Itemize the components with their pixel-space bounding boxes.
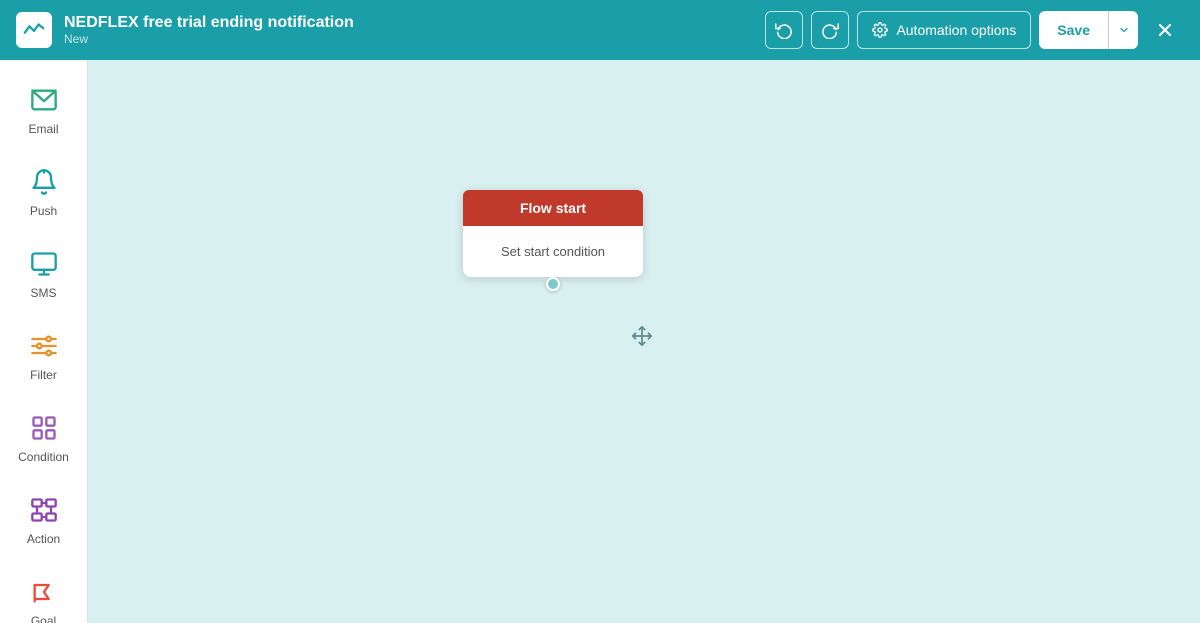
sidebar-item-sms-label: SMS <box>30 286 56 300</box>
action-icon <box>26 492 62 528</box>
flow-start-node[interactable]: Flow start Set start condition <box>463 190 643 277</box>
email-icon <box>26 82 62 118</box>
app-subtitle: New <box>64 32 753 46</box>
app-title: NEDFLEX free trial ending notification <box>64 14 753 32</box>
chevron-down-icon <box>1118 24 1130 36</box>
sidebar-item-action[interactable]: Action <box>6 480 81 558</box>
close-button[interactable] <box>1146 11 1184 49</box>
main-area: Email Push SMS <box>0 60 1200 623</box>
automation-options-label: Automation options <box>896 22 1016 38</box>
redo-button[interactable] <box>811 11 849 49</box>
sidebar-item-goal[interactable]: Goal <box>6 562 81 623</box>
sidebar-item-email[interactable]: Email <box>6 70 81 148</box>
sidebar-item-sms[interactable]: SMS <box>6 234 81 312</box>
filter-icon <box>26 328 62 364</box>
goal-icon <box>26 574 62 610</box>
automation-options-button[interactable]: Automation options <box>857 11 1031 49</box>
sidebar-item-condition[interactable]: Condition <box>6 398 81 476</box>
canvas[interactable]: Flow start Set start condition <box>88 60 1200 623</box>
app-logo <box>16 12 52 48</box>
flow-node-header: Flow start <box>463 190 643 226</box>
sidebar-item-condition-label: Condition <box>18 450 69 464</box>
sidebar-item-action-label: Action <box>27 532 60 546</box>
sidebar-item-push[interactable]: Push <box>6 152 81 230</box>
close-icon <box>1155 20 1175 40</box>
save-button[interactable]: Save <box>1039 11 1108 49</box>
sidebar-item-filter-label: Filter <box>30 368 57 382</box>
undo-button[interactable] <box>765 11 803 49</box>
sidebar-item-push-label: Push <box>30 204 57 218</box>
sidebar-item-goal-label: Goal <box>31 614 56 623</box>
flow-node-body[interactable]: Set start condition <box>463 226 643 277</box>
condition-icon <box>26 410 62 446</box>
title-block: NEDFLEX free trial ending notification N… <box>64 14 753 46</box>
sidebar: Email Push SMS <box>0 60 88 623</box>
sidebar-item-email-label: Email <box>28 122 58 136</box>
save-dropdown-button[interactable] <box>1108 11 1138 49</box>
gear-icon <box>872 22 888 38</box>
header-actions: Automation options Save <box>765 11 1184 49</box>
sidebar-item-filter[interactable]: Filter <box>6 316 81 394</box>
push-icon <box>26 164 62 200</box>
flow-node-connector[interactable] <box>546 277 560 291</box>
sms-icon <box>26 246 62 282</box>
move-cursor-icon <box>631 325 653 353</box>
save-group: Save <box>1039 11 1138 49</box>
header: NEDFLEX free trial ending notification N… <box>0 0 1200 60</box>
